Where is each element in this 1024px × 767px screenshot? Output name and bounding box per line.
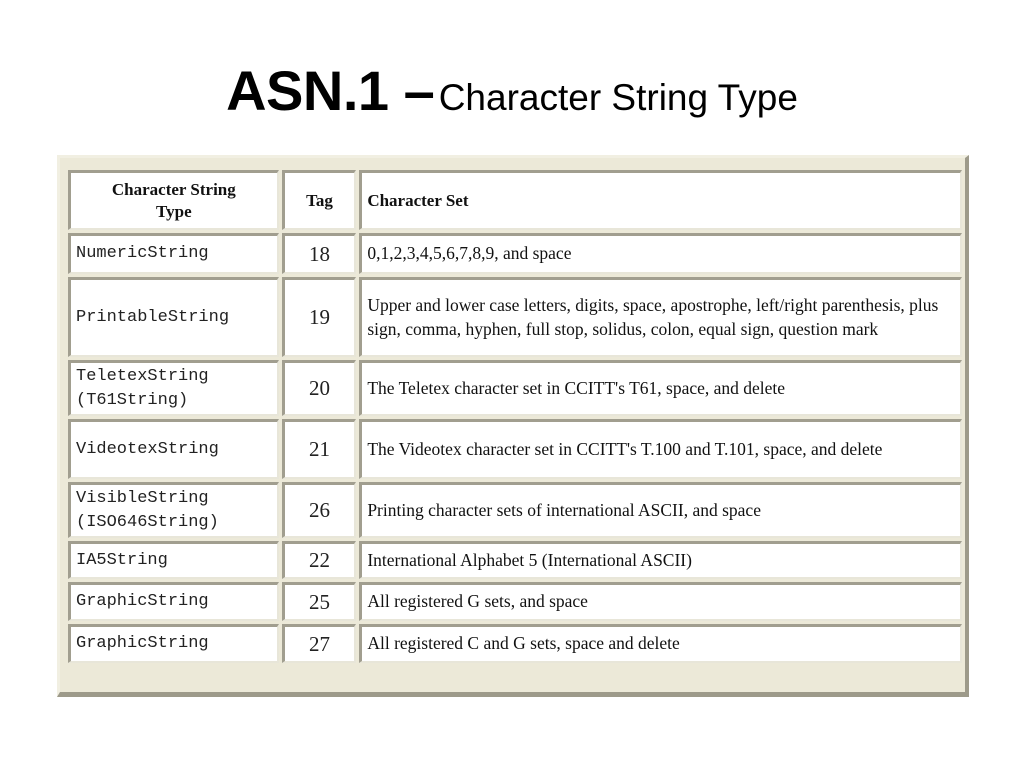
cell-tag: 21 xyxy=(281,419,357,479)
cell-type: GraphicString xyxy=(68,624,279,663)
cell-type: PrintableString xyxy=(68,277,279,357)
cell-tag: 25 xyxy=(281,582,357,621)
table-row: GraphicString 25 All registered G sets, an… xyxy=(68,582,962,621)
cell-type: IA5String xyxy=(68,541,279,579)
cell-character-set: Printing character sets of international… xyxy=(359,482,962,538)
cell-tag: 19 xyxy=(281,277,357,357)
cell-character-set: All registered C and G sets, space and d… xyxy=(359,624,962,663)
type-line: NumericString xyxy=(76,244,209,263)
cell-character-set: 0,1,2,3,4,5,6,7,8,9, and space xyxy=(359,233,962,274)
type-line: VisibleString xyxy=(76,488,209,508)
type-line: IA5String xyxy=(76,550,168,570)
cell-tag: 20 xyxy=(281,360,357,416)
title-main: ASN.1 – xyxy=(226,59,435,122)
header-type: Character String Type xyxy=(68,170,279,230)
character-string-table-frame: Character String Type Tag Character Set … xyxy=(57,155,969,697)
cell-tag: 27 xyxy=(281,624,357,663)
type-line: (T61String) xyxy=(76,390,189,410)
table-row: PrintableString 19 Upper and lower case le… xyxy=(68,277,962,357)
type-line: PrintableString xyxy=(76,307,230,327)
cell-character-set: International Alphabet 5 (International … xyxy=(359,541,962,579)
cell-type: VisibleString (ISO646String) xyxy=(68,482,279,538)
table-row: VideotexString 21 The Videotex character s… xyxy=(68,419,962,479)
table-header-row: Character String Type Tag Character Set xyxy=(68,170,962,230)
type-line: TeletexString xyxy=(76,366,209,386)
header-set: Character Set xyxy=(359,170,962,230)
cell-tag: 18 xyxy=(281,233,357,274)
cell-character-set: Upper and lower case letters, digits, sp… xyxy=(359,277,962,357)
type-line: GraphicString xyxy=(76,634,209,653)
cell-character-set: The Videotex character set in CCITT's T.… xyxy=(359,419,962,479)
cell-character-set: All registered G sets, and space xyxy=(359,582,962,621)
cell-type: NumericString xyxy=(68,233,279,274)
cell-tag: 22 xyxy=(281,541,357,579)
table-row: VisibleString (ISO646String) 26 Printing ch… xyxy=(68,482,962,538)
cell-type: TeletexString (T61String) xyxy=(68,360,279,416)
type-line: (ISO646String) xyxy=(76,512,219,532)
slide-title: ASN.1 – Character String Type xyxy=(0,58,1024,123)
type-line: VideotexString xyxy=(76,439,219,459)
table-row: NumericString 18 0,1,2,3,4,5,6,7,8,9, and … xyxy=(68,233,962,274)
table-row: GraphicString 27 All registered C and G se… xyxy=(68,624,962,663)
cell-type: VideotexString xyxy=(68,419,279,479)
type-line: GraphicString xyxy=(76,592,209,611)
table-row: IA5String 22 International Alphabet 5 (Int… xyxy=(68,541,962,579)
header-tag: Tag xyxy=(281,170,357,230)
table-row: TeletexString (T61String) 20 The Teletex ch… xyxy=(68,360,962,416)
character-string-table: Character String Type Tag Character Set … xyxy=(65,167,965,666)
cell-character-set: The Teletex character set in CCITT's T61… xyxy=(359,360,962,416)
cell-type: GraphicString xyxy=(68,582,279,621)
title-sub: Character String Type xyxy=(438,77,798,118)
cell-tag: 26 xyxy=(281,482,357,538)
